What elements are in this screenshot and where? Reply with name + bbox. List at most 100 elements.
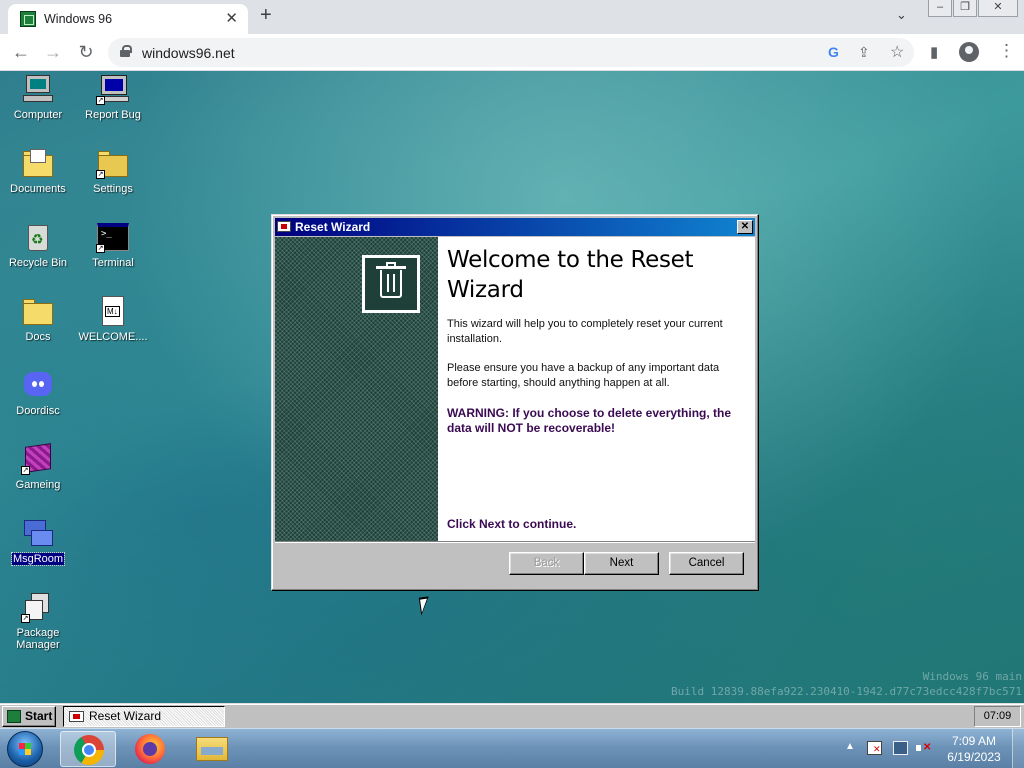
- profile-avatar-icon[interactable]: [959, 42, 979, 62]
- desktop-icon-label: Package Manager: [16, 627, 60, 651]
- browser-tabstrip: Windows 96 ✕ + ⌄ – ❐ ✕: [0, 0, 1024, 34]
- desktop-icon-gameing[interactable]: ↗ Gameing: [2, 443, 74, 491]
- system-time: 7:09 AM: [951, 734, 997, 748]
- start-button[interactable]: Start: [2, 706, 56, 727]
- restore-button[interactable]: ❐: [953, 0, 977, 17]
- report-bug-icon: ↗: [96, 73, 130, 105]
- taskbar-pinned-chrome[interactable]: [60, 731, 116, 767]
- network-icon[interactable]: [893, 741, 908, 755]
- desktop-icon-recycle-bin[interactable]: Recycle Bin: [2, 221, 74, 269]
- tab-close-icon[interactable]: ✕: [225, 9, 238, 27]
- browser-tab[interactable]: Windows 96 ✕: [8, 4, 248, 34]
- reset-wizard-icon: [69, 711, 84, 722]
- cancel-button[interactable]: Cancel: [669, 552, 744, 575]
- minimize-button[interactable]: –: [928, 0, 952, 17]
- wizard-warning-text: WARNING: If you choose to delete everyth…: [447, 406, 732, 435]
- folder-icon: [21, 295, 55, 327]
- taskbar-pinned-firefox[interactable]: [122, 731, 178, 767]
- reset-wizard-window: Reset Wizard ✕ Welcome to the Reset Wiza…: [271, 214, 759, 591]
- desktop-icon-label: Settings: [93, 183, 133, 195]
- desktop-icon-package-manager[interactable]: ↗ Package Manager: [2, 591, 74, 651]
- wizard-heading: Welcome to the Reset Wizard: [447, 247, 694, 303]
- desktop-icon-label: WELCOME....: [78, 331, 148, 343]
- browser-menu-icon[interactable]: ⋮: [998, 41, 1015, 61]
- back-icon[interactable]: ←: [9, 41, 33, 65]
- wizard-title: Reset Wizard: [295, 220, 371, 234]
- wizard-content: Welcome to the Reset Wizard This wizard …: [447, 237, 747, 541]
- desktop-icon-label: MsgRoom: [10, 552, 66, 566]
- wizard-close-button[interactable]: ✕: [737, 220, 753, 234]
- action-center-flag-icon[interactable]: [867, 741, 882, 755]
- file-explorer-icon: [196, 737, 228, 761]
- wizard-divider: [275, 541, 755, 543]
- desktop-icon-settings[interactable]: ↗ Settings: [77, 147, 149, 195]
- system-date: 6/19/2023: [947, 750, 1001, 764]
- win96-taskbar: Start Reset Wizard 07:09: [0, 703, 1024, 728]
- markdown-file-icon: [96, 295, 130, 327]
- desktop-icon-docs[interactable]: Docs: [2, 295, 74, 343]
- desktop-icon-msgroom[interactable]: MsgRoom: [2, 517, 74, 566]
- windows96-logo-icon: [7, 710, 21, 723]
- google-lens-icon[interactable]: G: [828, 44, 839, 60]
- build-number: Build 12839.88efa922.230410-1942.d77c73e…: [671, 685, 1022, 698]
- desktop-icon-label: Report Bug: [85, 109, 141, 121]
- url-text[interactable]: windows96.net: [142, 45, 235, 61]
- desktop-icon-doordisc[interactable]: Doordisc: [2, 369, 74, 417]
- wizard-continue-text: Click Next to continue.: [447, 517, 577, 531]
- tab-title: Windows 96: [44, 12, 113, 26]
- discord-icon: [21, 369, 55, 401]
- windows-start-orb-icon[interactable]: [7, 731, 43, 767]
- browser-toolbar: ← → ↻ windows96.net G ⇪ ☆ ▮ ⋮: [0, 34, 1024, 71]
- recycle-bin-icon: [21, 221, 55, 253]
- desktop-icon-label: Terminal: [92, 257, 134, 269]
- forward-icon[interactable]: →: [41, 41, 65, 65]
- wizard-titlebar[interactable]: Reset Wizard ✕: [275, 218, 755, 236]
- game-cube-icon: ↗: [21, 443, 55, 475]
- firefox-icon: [135, 734, 165, 764]
- msgroom-icon: [21, 517, 55, 549]
- volume-muted-icon[interactable]: [916, 741, 931, 755]
- windows96-favicon-icon: [20, 11, 36, 27]
- chrome-icon: [74, 735, 104, 765]
- taskbar-pinned-explorer[interactable]: [184, 731, 240, 767]
- show-desktop-button[interactable]: [1012, 729, 1024, 768]
- taskbar-clock[interactable]: 07:09: [974, 706, 1021, 727]
- desktop-icon-label: Recycle Bin: [8, 257, 68, 269]
- taskbar-item-reset-wizard[interactable]: Reset Wizard: [63, 706, 225, 727]
- terminal-icon: ↗: [96, 221, 130, 253]
- wizard-body: Welcome to the Reset Wizard This wizard …: [275, 237, 755, 541]
- desktop-icon-terminal[interactable]: ↗ Terminal: [77, 221, 149, 269]
- reset-wizard-icon: [277, 221, 291, 232]
- trash-can-icon: [362, 255, 420, 313]
- desktop-icon-welcome[interactable]: WELCOME....: [77, 295, 149, 343]
- address-bar[interactable]: windows96.net G ⇪ ☆: [108, 38, 914, 67]
- build-name: Windows 96 main: [922, 670, 1022, 683]
- desktop-icon-label: Computer: [13, 109, 63, 121]
- desktop-icon-documents[interactable]: Documents: [2, 147, 74, 195]
- package-manager-icon: ↗: [21, 591, 55, 623]
- desktop-icon-label: Docs: [25, 331, 51, 343]
- start-label: Start: [25, 709, 53, 723]
- tab-search-icon[interactable]: ⌄: [896, 7, 907, 23]
- bookmark-star-icon[interactable]: ☆: [890, 42, 904, 62]
- share-icon[interactable]: ⇪: [858, 44, 870, 61]
- documents-folder-icon: [21, 147, 55, 179]
- taskbar-item-label: Reset Wizard: [89, 709, 162, 723]
- reload-icon[interactable]: ↻: [74, 41, 98, 65]
- host-taskbar: ▲ 7:09 AM 6/19/2023: [0, 728, 1024, 768]
- settings-folder-icon: ↗: [96, 147, 130, 179]
- show-hidden-icons-icon[interactable]: ▲: [845, 741, 855, 752]
- new-tab-button[interactable]: +: [260, 4, 272, 27]
- wizard-backup-text: Please ensure you have a backup of any i…: [447, 362, 720, 389]
- desktop-icon-label: Doordisc: [16, 405, 60, 417]
- desktop-icon-report-bug[interactable]: ↗ Report Bug: [77, 73, 149, 121]
- system-clock[interactable]: 7:09 AM 6/19/2023: [944, 733, 1004, 765]
- build-watermark: Windows 96 main Build 12839.88efa922.230…: [671, 669, 1022, 699]
- side-panel-icon[interactable]: ▮: [930, 43, 938, 61]
- next-button[interactable]: Next: [584, 552, 659, 575]
- lock-icon[interactable]: [120, 45, 132, 57]
- desktop-icon-computer[interactable]: Computer: [2, 73, 74, 121]
- window-close-button[interactable]: ✕: [978, 0, 1018, 17]
- back-button[interactable]: Back: [509, 552, 584, 575]
- computer-icon: [21, 73, 55, 105]
